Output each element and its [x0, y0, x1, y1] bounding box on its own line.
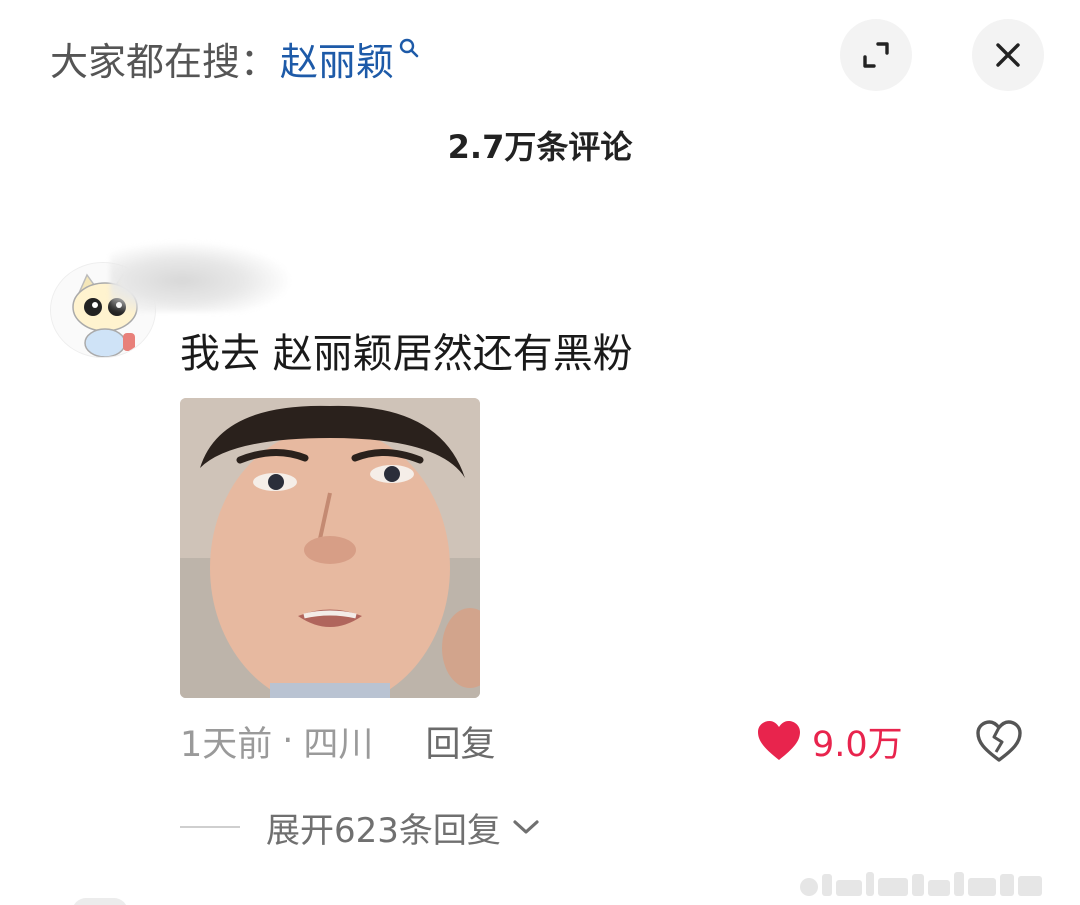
- expand-icon: [863, 42, 889, 68]
- heart-filled-icon: [758, 721, 800, 760]
- comment-image[interactable]: [180, 398, 480, 698]
- broken-heart-icon: [976, 720, 1022, 762]
- close-button[interactable]: [972, 19, 1044, 91]
- search-icon: [399, 38, 419, 58]
- reply-button[interactable]: 回复: [425, 716, 495, 767]
- username-redacted: [110, 242, 290, 312]
- like-count: 9.0万: [812, 724, 903, 765]
- expand-replies-button[interactable]: 展开623条回复: [180, 802, 541, 852]
- next-comment-avatar: [72, 898, 128, 905]
- comments-panel: 大家都在搜： 赵丽颖 2.7万条评论 我去 赵丽颖居然还有黑粉 1天前 · 四川…: [0, 0, 1080, 905]
- search-keyword-link[interactable]: 赵丽颖: [280, 31, 394, 86]
- comment-meta: 1天前 · 四川 回复: [180, 716, 495, 766]
- chevron-down-icon: [513, 820, 539, 834]
- comment-time: 1天前: [180, 724, 273, 765]
- meta-separator: ·: [282, 721, 294, 761]
- comment-text: 我去 赵丽颖居然还有黑粉: [180, 331, 633, 377]
- close-icon: [996, 43, 1020, 67]
- dislike-button[interactable]: [974, 716, 1024, 766]
- divider-line: [180, 826, 240, 828]
- trending-search-hint[interactable]: 大家都在搜： 赵丽颖: [50, 30, 420, 86]
- face-meme-image-icon: [180, 398, 480, 698]
- comment-location: 四川: [303, 724, 374, 765]
- like-button[interactable]: 9.0万: [756, 716, 903, 766]
- comment-count-title: 2.7万条评论: [447, 128, 633, 166]
- panel-header: 大家都在搜： 赵丽颖: [0, 0, 1080, 120]
- expand-button[interactable]: [840, 19, 912, 91]
- watermark: [800, 866, 1070, 896]
- expand-replies-label: 展开623条回复: [266, 810, 501, 851]
- search-prefix: 大家都在搜：: [50, 39, 279, 84]
